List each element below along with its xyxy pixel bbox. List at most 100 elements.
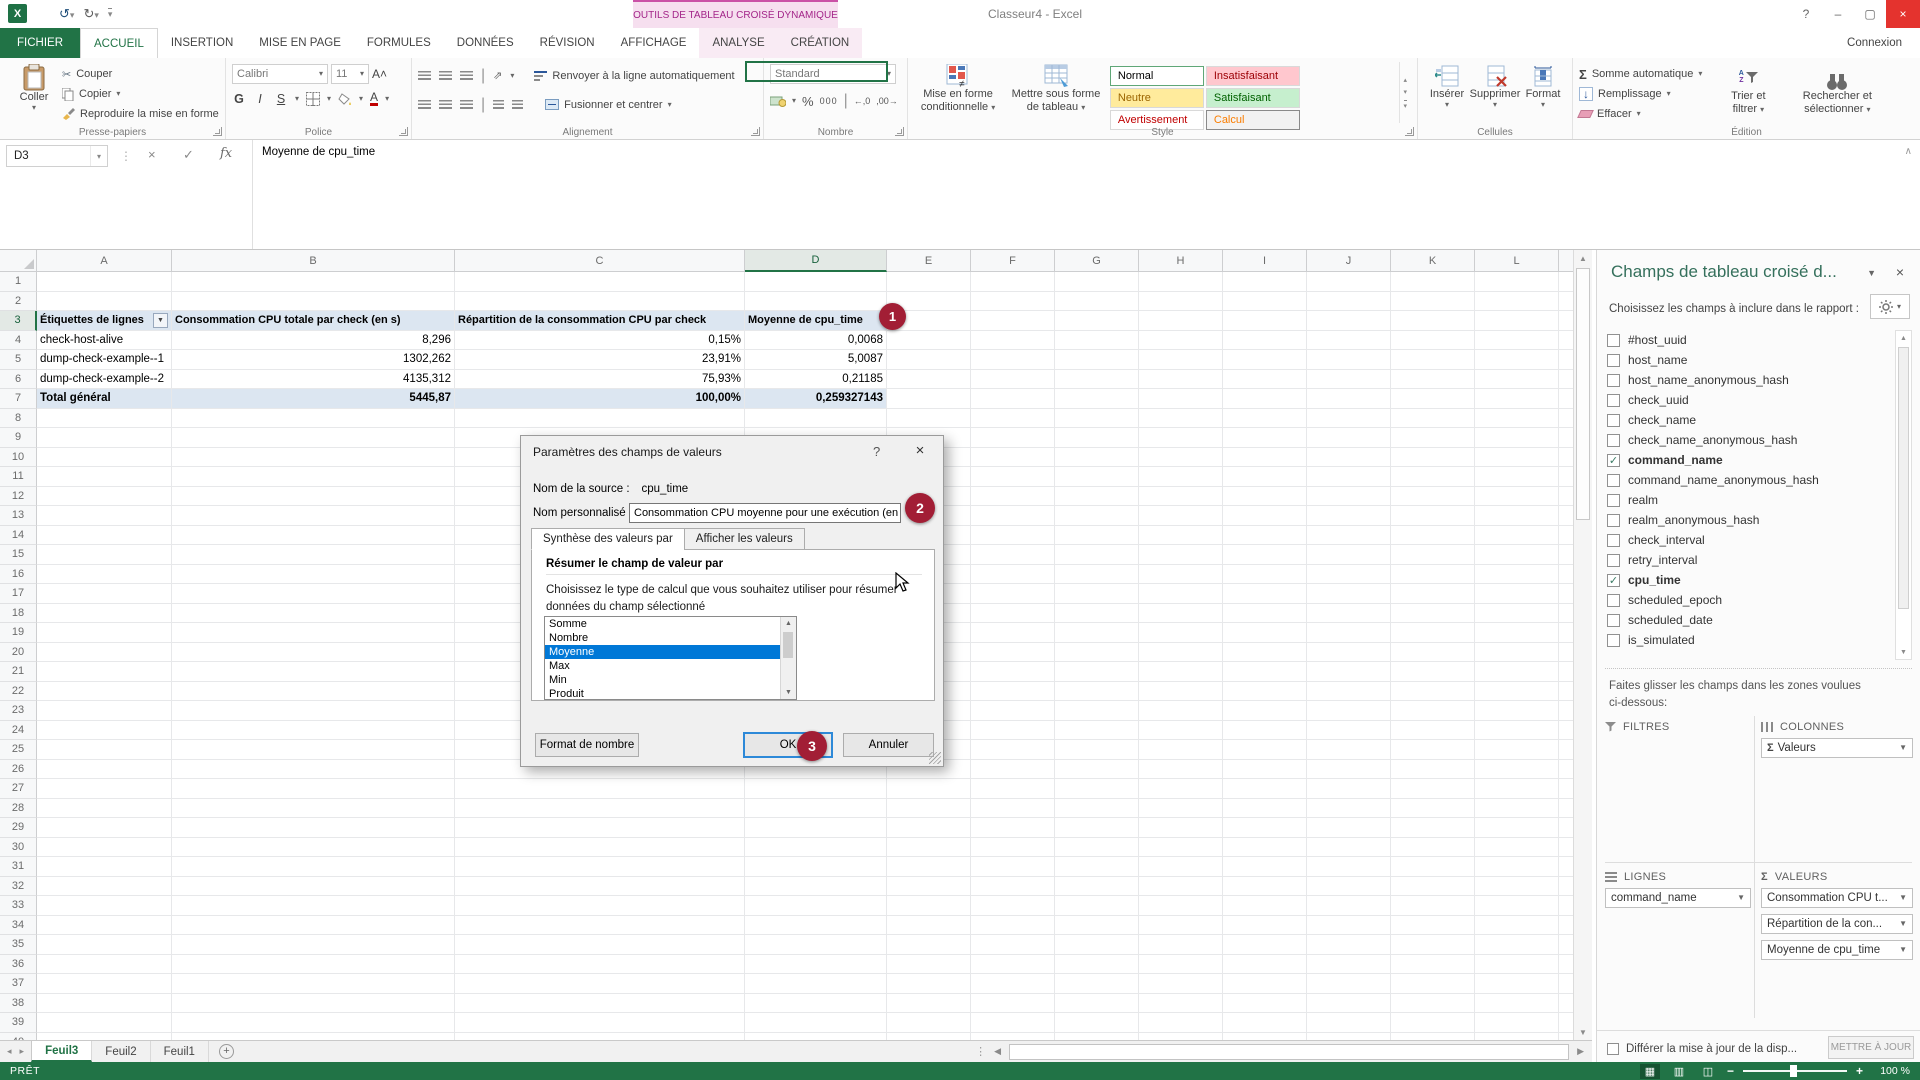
cell-B22[interactable]: [172, 682, 455, 702]
cell-A33[interactable]: [37, 896, 172, 916]
cell-C2[interactable]: [455, 292, 745, 312]
row-header-13[interactable]: 13: [0, 506, 37, 526]
cell-C31[interactable]: [455, 857, 745, 877]
style-chip-satisfaisant[interactable]: Satisfaisant: [1206, 88, 1300, 108]
cell-E32[interactable]: [887, 877, 971, 897]
row-header-34[interactable]: 34: [0, 916, 37, 936]
cell-G10[interactable]: [1055, 448, 1139, 468]
cell-J8[interactable]: [1307, 409, 1391, 429]
cell-H27[interactable]: [1139, 779, 1223, 799]
cell-D40[interactable]: [745, 1033, 887, 1041]
cell-L31[interactable]: [1475, 857, 1559, 877]
scroll-up-icon[interactable]: ▲: [1574, 250, 1592, 266]
cell-L12[interactable]: [1475, 487, 1559, 507]
cell-B39[interactable]: [172, 1013, 455, 1033]
cell-I10[interactable]: [1223, 448, 1307, 468]
font-color-icon[interactable]: A: [370, 92, 378, 106]
cell-F17[interactable]: [971, 584, 1055, 604]
cell-L28[interactable]: [1475, 799, 1559, 819]
zoom-in-icon[interactable]: +: [1856, 1064, 1863, 1078]
cell-F40[interactable]: [971, 1033, 1055, 1041]
cell-H39[interactable]: [1139, 1013, 1223, 1033]
cell-C38[interactable]: [455, 994, 745, 1014]
cell-K33[interactable]: [1391, 896, 1475, 916]
cell-A27[interactable]: [37, 779, 172, 799]
connexion-link[interactable]: Connexion: [1847, 28, 1920, 58]
align-top-icon[interactable]: [418, 71, 431, 80]
listbox-scrollbar[interactable]: ▲ ▼: [780, 617, 796, 699]
cell-F36[interactable]: [971, 955, 1055, 975]
cell-A19[interactable]: [37, 623, 172, 643]
cell-B23[interactable]: [172, 701, 455, 721]
cell-A12[interactable]: [37, 487, 172, 507]
cell-E39[interactable]: [887, 1013, 971, 1033]
clipboard-dialog-launcher[interactable]: [213, 127, 222, 136]
cell-J33[interactable]: [1307, 896, 1391, 916]
align-middle-icon[interactable]: [439, 71, 452, 80]
cell-E28[interactable]: [887, 799, 971, 819]
autofilter-button[interactable]: ▼: [153, 313, 168, 328]
cell-L18[interactable]: [1475, 604, 1559, 624]
cell-G36[interactable]: [1055, 955, 1139, 975]
cell-G11[interactable]: [1055, 467, 1139, 487]
cell-K37[interactable]: [1391, 974, 1475, 994]
row-header-33[interactable]: 33: [0, 896, 37, 916]
cell-J11[interactable]: [1307, 467, 1391, 487]
cell-K32[interactable]: [1391, 877, 1475, 897]
font-size-select[interactable]: 11▾: [331, 64, 369, 84]
new-sheet-button[interactable]: +: [219, 1044, 234, 1059]
sheet-tab-feuil2[interactable]: Feuil2: [92, 1041, 150, 1062]
format-cells-button[interactable]: Format▾: [1520, 62, 1566, 123]
cell-F2[interactable]: [971, 292, 1055, 312]
cell-B35[interactable]: [172, 935, 455, 955]
cell-L17[interactable]: [1475, 584, 1559, 604]
cell-G19[interactable]: [1055, 623, 1139, 643]
grow-font-icon[interactable]: A˄: [372, 64, 387, 84]
column-header-J[interactable]: J: [1307, 250, 1391, 272]
cell-K38[interactable]: [1391, 994, 1475, 1014]
cell-B31[interactable]: [172, 857, 455, 877]
cell-G31[interactable]: [1055, 857, 1139, 877]
insert-cells-button[interactable]: Insérer▾: [1424, 62, 1470, 123]
cell-G24[interactable]: [1055, 721, 1139, 741]
cell-J16[interactable]: [1307, 565, 1391, 585]
cell-C34[interactable]: [455, 916, 745, 936]
row-header-37[interactable]: 37: [0, 974, 37, 994]
cell-I23[interactable]: [1223, 701, 1307, 721]
tab-afficher-les-valeurs[interactable]: Afficher les valeurs: [684, 528, 805, 550]
bold-button[interactable]: G: [232, 92, 246, 106]
cell-G40[interactable]: [1055, 1033, 1139, 1041]
minimize-button[interactable]: –: [1822, 0, 1854, 28]
column-header-G[interactable]: G: [1055, 250, 1139, 272]
cell-J5[interactable]: [1307, 350, 1391, 370]
find-select-button[interactable]: Rechercher etsélectionner ▾: [1794, 62, 1880, 123]
cell-J17[interactable]: [1307, 584, 1391, 604]
percent-style-button[interactable]: %: [802, 94, 814, 109]
cell-I28[interactable]: [1223, 799, 1307, 819]
cell-K40[interactable]: [1391, 1033, 1475, 1041]
fields-scroll-down-icon[interactable]: ▼: [1896, 645, 1911, 659]
cell-B17[interactable]: [172, 584, 455, 604]
cell-L16[interactable]: [1475, 565, 1559, 585]
vertical-scroll-thumb[interactable]: [1576, 268, 1590, 520]
cell-C28[interactable]: [455, 799, 745, 819]
cell-F26[interactable]: [971, 760, 1055, 780]
cell-J1[interactable]: [1307, 272, 1391, 292]
redo-icon[interactable]: ↻▾: [83, 7, 98, 20]
cell-I4[interactable]: [1223, 331, 1307, 351]
cell-H13[interactable]: [1139, 506, 1223, 526]
column-header-A[interactable]: A: [37, 250, 172, 272]
row-header-25[interactable]: 25: [0, 740, 37, 760]
select-all-corner[interactable]: [0, 250, 37, 272]
row-header-3[interactable]: 3: [0, 311, 37, 331]
cell-L22[interactable]: [1475, 682, 1559, 702]
cell-B2[interactable]: [172, 292, 455, 312]
cell-K19[interactable]: [1391, 623, 1475, 643]
cell-B26[interactable]: [172, 760, 455, 780]
cell-H35[interactable]: [1139, 935, 1223, 955]
cell-B10[interactable]: [172, 448, 455, 468]
nombre-dialog-launcher[interactable]: [895, 127, 904, 136]
font-name-select[interactable]: Calibri▾: [232, 64, 328, 84]
cell-J38[interactable]: [1307, 994, 1391, 1014]
cell-C3[interactable]: Répartition de la consommation CPU par c…: [455, 311, 745, 331]
